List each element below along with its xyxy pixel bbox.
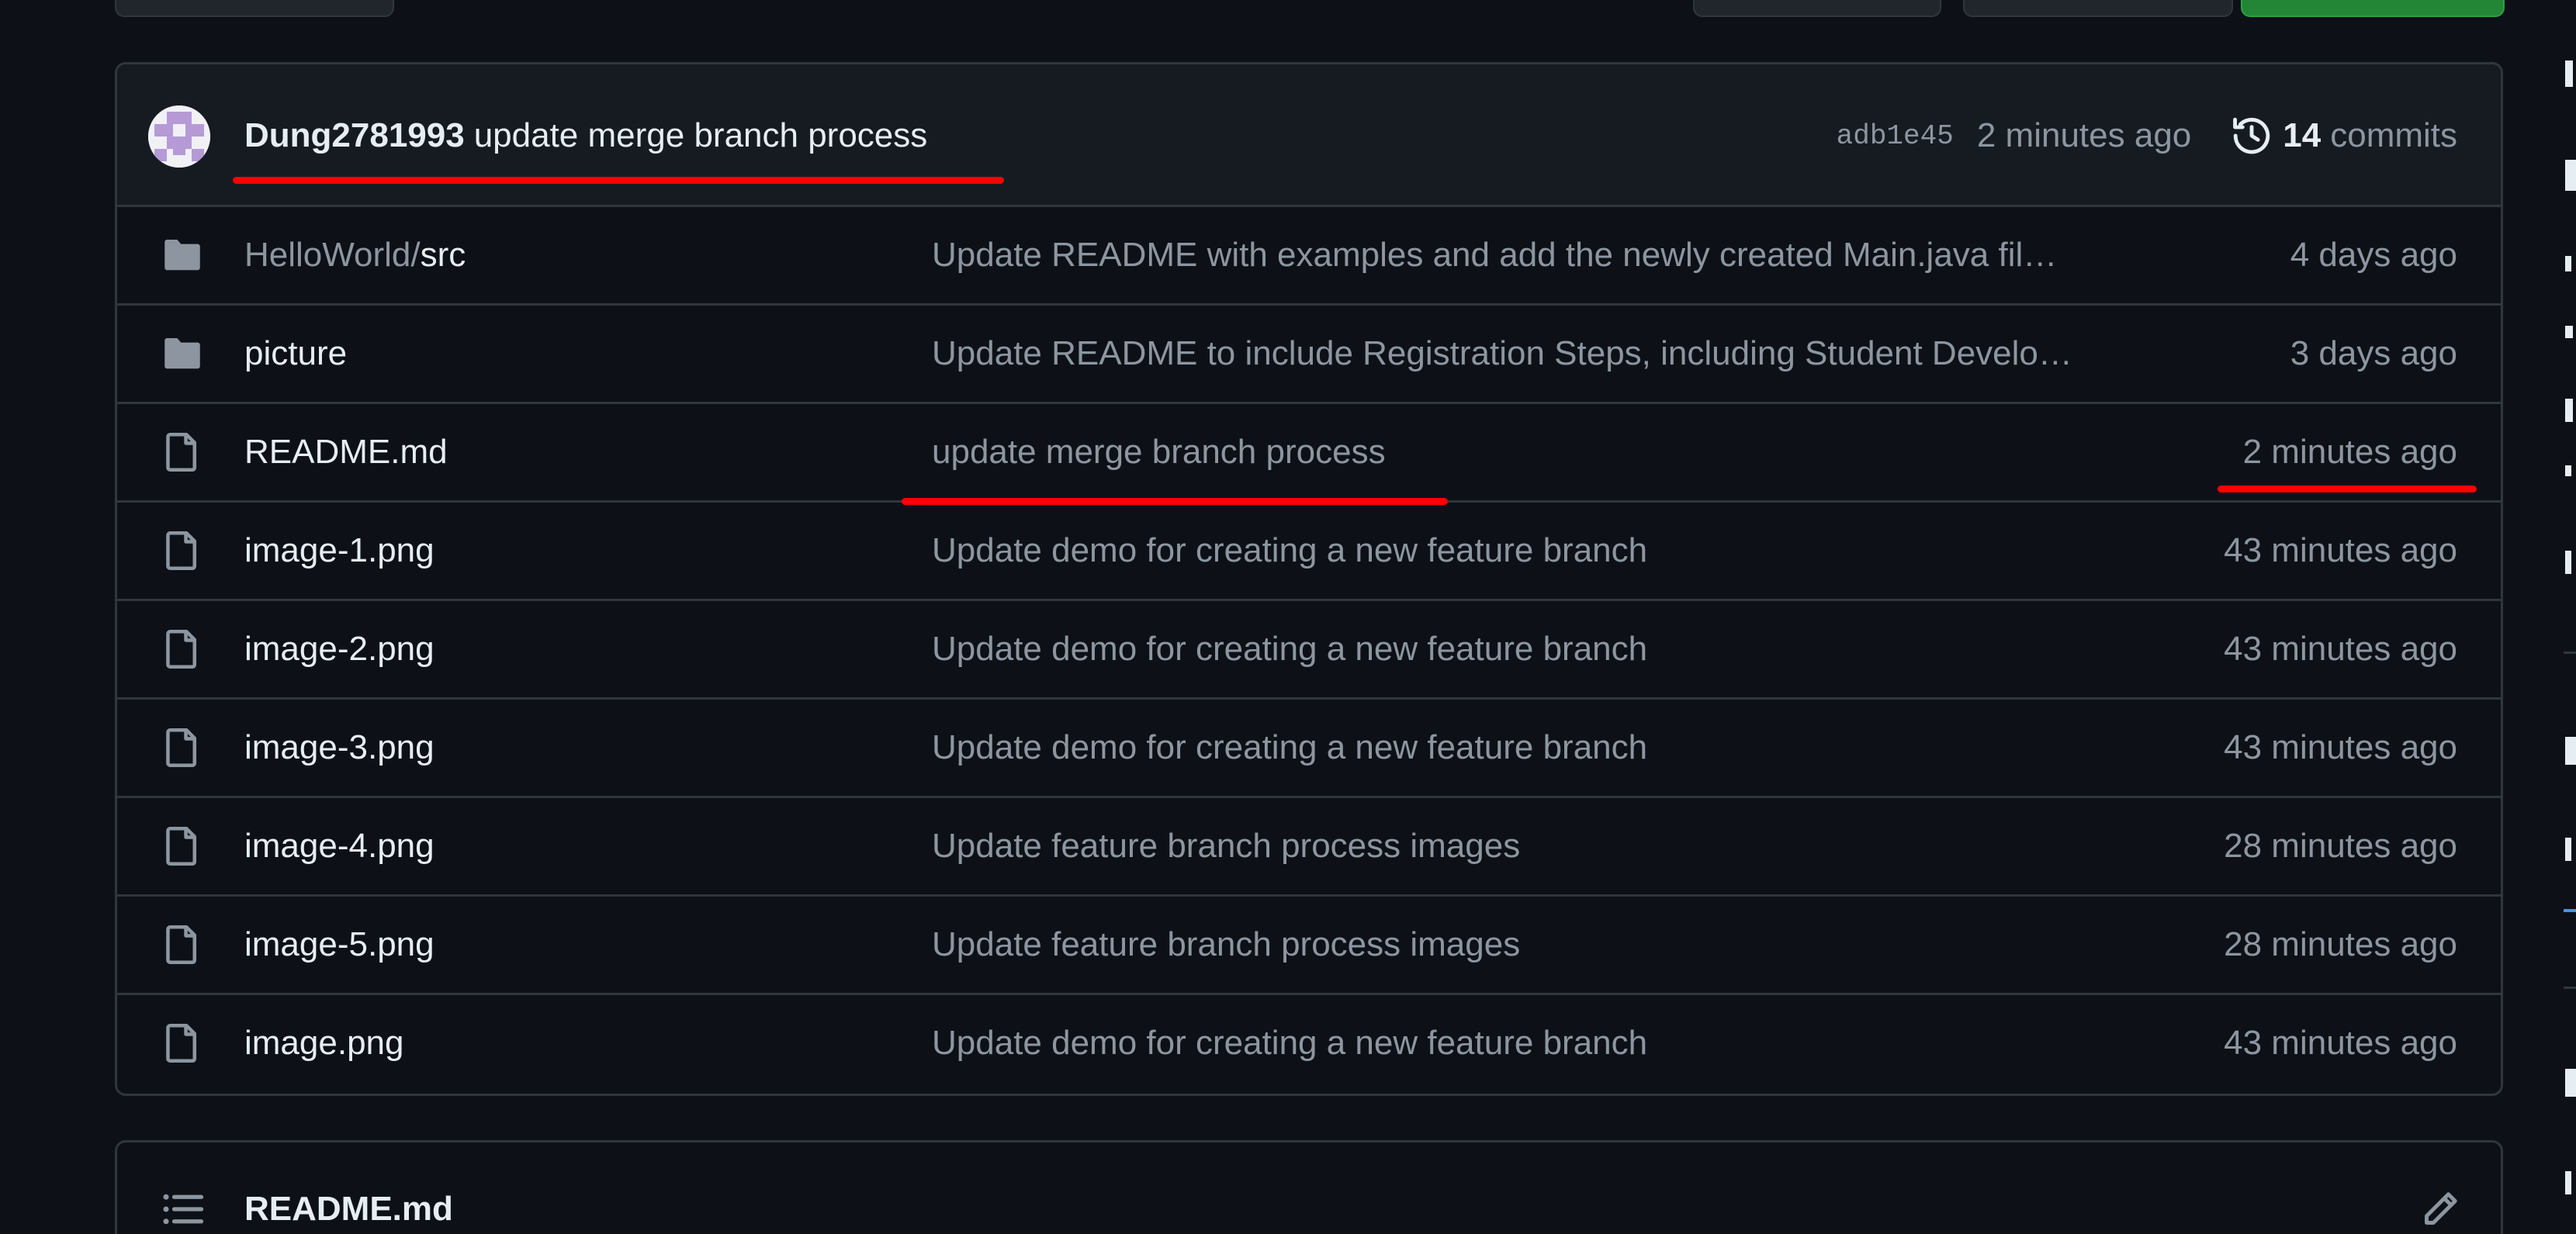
file-icon — [161, 627, 204, 671]
sidebar-fragment — [2565, 399, 2573, 422]
file-name-text[interactable]: image.png — [244, 1024, 403, 1062]
file-name-text[interactable]: image-3.png — [244, 728, 435, 766]
file-commit-message-link[interactable]: Update demo for creating a new feature b… — [932, 1021, 2266, 1065]
file-icon — [161, 726, 204, 769]
file-commit-message-link[interactable]: Update demo for creating a new feature b… — [932, 726, 2266, 769]
history-icon — [2231, 116, 2272, 156]
folder-icon — [161, 233, 204, 277]
repo-page: Dung2781993 update merge branch process a… — [0, 0, 2576, 1234]
commit-meta: adb1e45 2 minutes ago 14 commits — [1837, 114, 2457, 157]
file-commit-time: 43 minutes ago — [2224, 728, 2457, 766]
file-row[interactable]: image-3.png Update demo for creating a ne… — [117, 700, 2501, 798]
sidebar-fragment — [2565, 838, 2571, 861]
file-commit-time: 4 days ago — [2290, 236, 2457, 274]
file-name-link[interactable]: image-2.png — [244, 627, 435, 671]
file-commit-message-link[interactable]: Update feature branch process images — [932, 824, 2266, 868]
file-row[interactable]: image-5.png Update feature branch process… — [117, 897, 2501, 995]
file-commit-time: 43 minutes ago — [2224, 531, 2457, 569]
commit-message-link[interactable]: update merge branch process — [474, 116, 928, 154]
file-name-link[interactable]: image-1.png — [244, 529, 435, 572]
file-commit-time: 28 minutes ago — [2224, 925, 2457, 963]
file-path-prefix[interactable]: HelloWorld/ — [244, 236, 421, 274]
file-name-text[interactable]: image-4.png — [244, 827, 435, 865]
sidebar-fragment — [2565, 160, 2576, 191]
file-browser: Dung2781993 update merge branch process a… — [115, 62, 2503, 1096]
file-name-link[interactable]: image-4.png — [244, 824, 435, 868]
file-commit-time: 3 days ago — [2290, 334, 2457, 372]
latest-commit-message: Dung2781993 update merge branch process — [244, 114, 927, 157]
file-row[interactable]: image-4.png Update feature branch process… — [117, 798, 2501, 897]
file-name-link[interactable]: README.md — [244, 430, 448, 474]
file-commit-message-link[interactable]: Update README with examples and add the … — [932, 233, 2266, 277]
file-row[interactable]: image-1.png Update demo for creating a ne… — [117, 503, 2501, 601]
file-commit-time: 43 minutes ago — [2224, 1024, 2457, 1062]
latest-commit-bar: Dung2781993 update merge branch process a… — [117, 64, 2501, 207]
file-icon — [161, 824, 204, 868]
file-icon — [161, 1021, 204, 1065]
file-row[interactable]: image.png Update demo for creating a new … — [117, 995, 2501, 1094]
branch-select-button[interactable] — [115, 0, 394, 17]
sidebar-fragment — [2565, 326, 2573, 338]
list-icon[interactable] — [161, 1187, 204, 1234]
file-icon — [161, 923, 204, 966]
file-row[interactable]: image-2.png Update demo for creating a ne… — [117, 601, 2501, 700]
sidebar-fragment — [2565, 1069, 2576, 1097]
identicon-avatar-icon — [148, 105, 210, 168]
annotation-underline-commit — [233, 177, 1004, 184]
file-commit-time: 2 minutes ago — [2242, 433, 2457, 471]
file-commit-time: 28 minutes ago — [2224, 827, 2457, 865]
file-name-text[interactable]: image-5.png — [244, 925, 435, 963]
sidebar-fragment — [2565, 1171, 2571, 1194]
commits-count[interactable]: 14 — [2283, 116, 2321, 155]
file-commit-message-link[interactable]: Update feature branch process images — [932, 923, 2266, 966]
file-name-link[interactable]: picture — [244, 332, 347, 375]
readme-title[interactable]: README.md — [244, 1187, 453, 1231]
author-avatar[interactable] — [148, 105, 210, 168]
file-list: HelloWorld/src Update README with example… — [117, 207, 2501, 1094]
file-commit-message-link[interactable]: update merge branch process — [932, 430, 2266, 474]
sidebar-fragment — [2565, 551, 2571, 574]
file-name-text[interactable]: picture — [244, 334, 347, 372]
file-name-text[interactable]: README.md — [244, 433, 448, 471]
file-commit-message-link[interactable]: Update demo for creating a new feature b… — [932, 529, 2266, 572]
file-name-link[interactable]: image-5.png — [244, 923, 435, 966]
sidebar-link-fragment[interactable] — [2564, 909, 2576, 912]
file-name-text[interactable]: image-1.png — [244, 531, 435, 569]
file-name-link[interactable]: HelloWorld/src — [244, 233, 466, 277]
sidebar-fragment — [2565, 256, 2571, 271]
file-name-link[interactable]: image.png — [244, 1021, 403, 1065]
file-icon — [161, 430, 204, 474]
file-icon — [161, 529, 204, 572]
annotation-underline-readme-time — [2218, 486, 2477, 493]
file-name-text[interactable]: src — [421, 236, 466, 274]
sidebar-fragment — [2565, 737, 2576, 765]
commit-author-link[interactable]: Dung2781993 — [244, 116, 465, 154]
add-file-button[interactable] — [1963, 0, 2233, 17]
commits-label[interactable]: commits — [2330, 116, 2457, 155]
file-commit-message-link[interactable]: Update README to include Registration St… — [932, 332, 2266, 375]
sidebar-divider — [2564, 652, 2576, 654]
file-row[interactable]: README.md update merge branch process 2 mi… — [117, 404, 2501, 503]
commit-time: 2 minutes ago — [1976, 116, 2192, 154]
folder-icon — [161, 332, 204, 375]
file-name-text[interactable]: image-2.png — [244, 630, 435, 668]
code-button[interactable] — [2241, 0, 2505, 17]
commit-sha-link[interactable]: adb1e45 — [1837, 120, 1954, 152]
readme-panel: README.md — [115, 1140, 2503, 1234]
file-name-link[interactable]: image-3.png — [244, 726, 435, 769]
sidebar-divider — [2564, 987, 2576, 989]
file-commit-message-link[interactable]: Update demo for creating a new feature b… — [932, 627, 2266, 671]
file-row[interactable]: picture Update README to include Registra… — [117, 306, 2501, 404]
file-row[interactable]: HelloWorld/src Update README with example… — [117, 207, 2501, 306]
pencil-icon[interactable] — [2418, 1187, 2462, 1234]
annotation-underline-readme-message — [902, 498, 1448, 505]
go-to-file-button[interactable] — [1693, 0, 1941, 17]
sidebar-fragment — [2565, 465, 2571, 476]
sidebar-fragment — [2565, 60, 2573, 87]
file-commit-time: 43 minutes ago — [2224, 630, 2457, 668]
